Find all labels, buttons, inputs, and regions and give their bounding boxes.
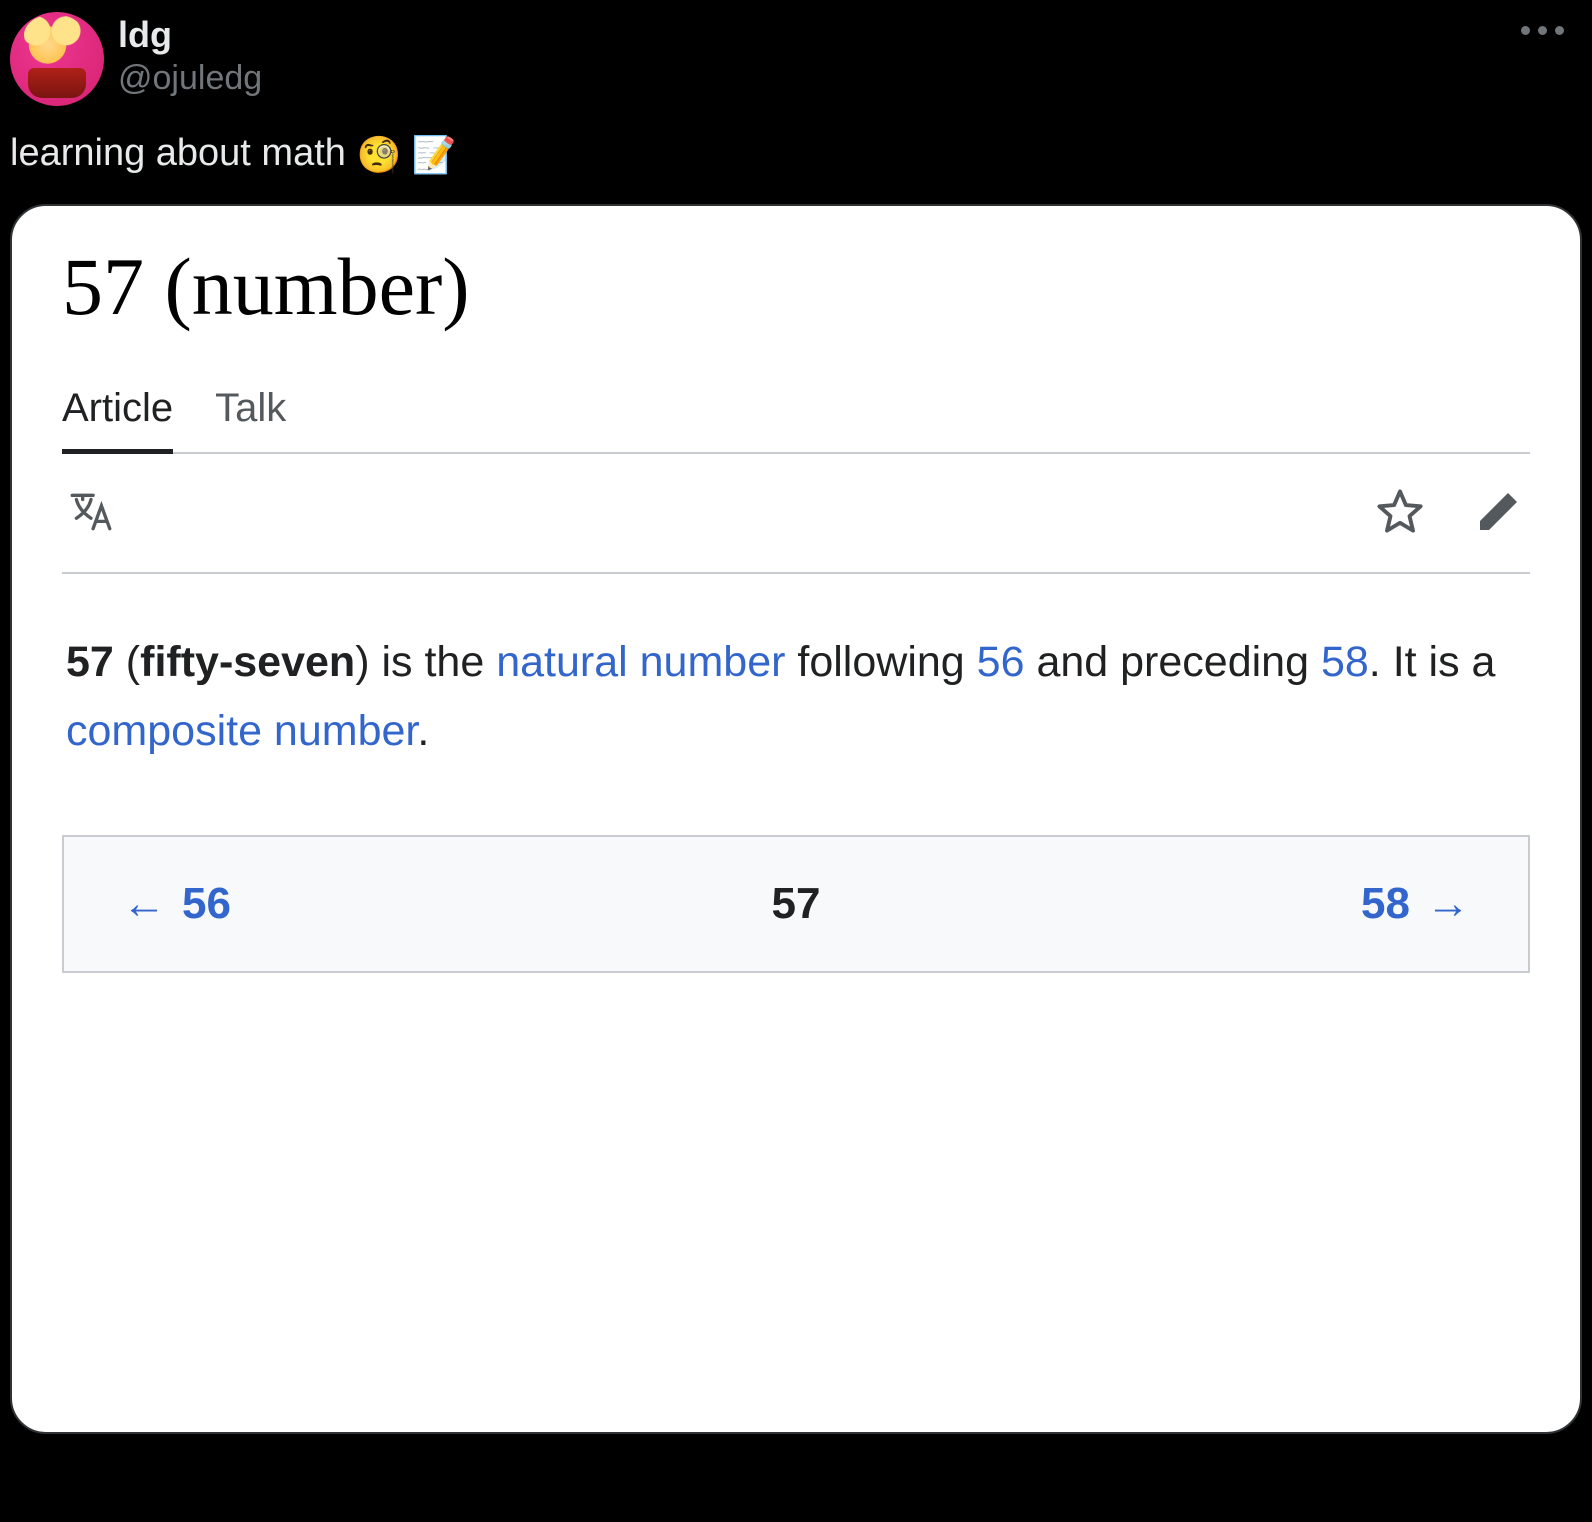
edit-icon[interactable] [1474,488,1522,536]
avatar[interactable] [10,12,104,106]
nav-next-label: 58 [1361,879,1410,929]
nav-prev[interactable]: ← 56 [122,879,231,929]
display-name: ldg [118,12,262,57]
memo-emoji: 📝 [412,134,457,175]
user-handle: @ojuledg [118,57,262,100]
link-natural-number[interactable]: natural number [496,638,785,686]
tweet-header: ldg @ojuledg [10,12,1582,124]
link-composite-number[interactable]: composite number [66,707,417,755]
language-icon[interactable] [66,487,116,537]
article-toolbar [62,454,1530,574]
article-tabs: Article Talk [62,386,1530,454]
nav-next[interactable]: 58 → [1361,879,1470,929]
star-icon[interactable] [1374,486,1426,538]
arrow-left-icon: ← [122,879,166,929]
link-58[interactable]: 58 [1321,638,1369,686]
tab-talk[interactable]: Talk [215,386,286,452]
lead-bold-words: fifty-seven [140,638,355,686]
monocle-emoji: 🧐 [356,134,401,175]
number-nav-box: ← 56 57 58 → [62,835,1530,973]
tab-article[interactable]: Article [62,386,173,454]
user-block[interactable]: ldg @ojuledg [118,12,262,100]
article-title: 57 (number) [62,240,1530,334]
more-icon[interactable] [1521,26,1564,35]
embedded-card[interactable]: 57 (number) Article Talk [10,204,1582,1434]
arrow-right-icon: → [1426,879,1470,929]
lead-bold-number: 57 [66,638,114,686]
tweet-text-content: learning about math [10,132,356,174]
link-56[interactable]: 56 [977,638,1025,686]
nav-current: 57 [772,879,821,929]
tweet-text: learning about math 🧐 📝 [10,124,1582,204]
article-lead: 57 (fifty-seven) is the natural number f… [62,574,1530,767]
nav-prev-label: 56 [182,879,231,929]
